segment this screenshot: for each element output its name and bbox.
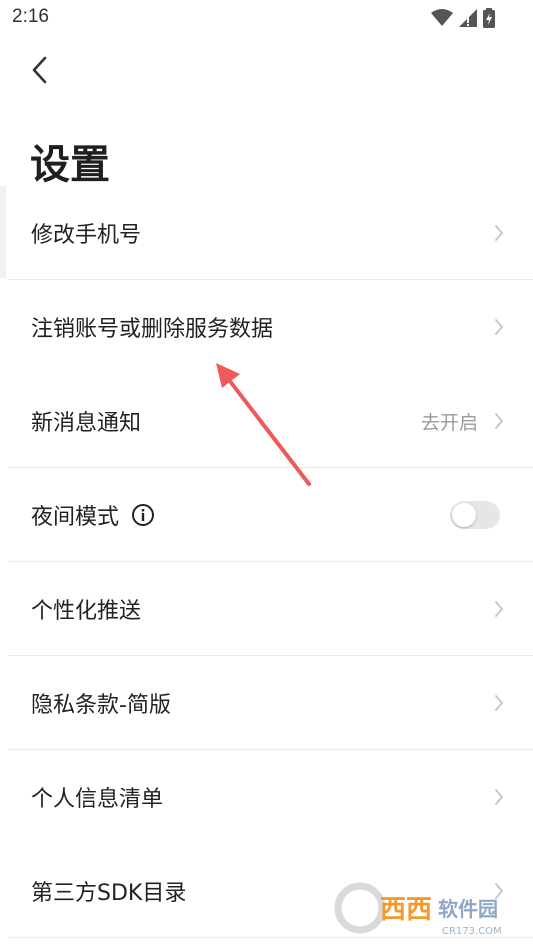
setting-label: 个人信息清单 [31, 787, 164, 812]
watermark-brand: 西西 [380, 895, 432, 925]
setting-label: 新消息通知 [31, 411, 142, 436]
night-mode-toggle[interactable] [450, 501, 500, 529]
chevron-right-icon [495, 319, 503, 335]
setting-change-phone[interactable]: 修改手机号 [0, 186, 533, 280]
watermark-domain: CR173.COM [442, 926, 502, 937]
toggle-knob [452, 503, 476, 527]
setting-night-mode: 夜间模式 [0, 468, 533, 562]
setting-value: 去开启 [420, 411, 478, 434]
setting-label-wrap: 夜间模式 [31, 499, 155, 531]
status-icons [431, 8, 495, 28]
chevron-right-icon [495, 601, 503, 617]
page-title: 设置 [30, 142, 110, 188]
chevron-right-icon [495, 413, 503, 429]
wifi-icon [431, 9, 453, 26]
setting-label: 隐私条款-简版 [31, 693, 171, 718]
setting-label: 修改手机号 [31, 223, 142, 248]
watermark-text: 软件园 [438, 897, 498, 921]
setting-privacy-terms[interactable]: 隐私条款-简版 [0, 656, 533, 750]
watermark-logo: 西西 软件园 CR173.COM [334, 882, 502, 937]
back-button[interactable] [22, 50, 56, 90]
setting-label: 夜间模式 [31, 505, 120, 530]
setting-label: 第三方SDK目录 [31, 881, 187, 906]
chevron-right-icon [495, 695, 503, 711]
setting-delete-account[interactable]: 注销账号或删除服务数据 [0, 280, 533, 374]
info-icon[interactable] [131, 503, 155, 527]
settings-list: 修改手机号 注销账号或删除服务数据 新消息通知 去开启 夜间模式 个性化推送 隐… [0, 186, 533, 938]
chevron-right-icon [495, 789, 503, 805]
setting-personal-info-list[interactable]: 个人信息清单 [0, 750, 533, 844]
setting-notifications[interactable]: 新消息通知 去开启 [0, 374, 533, 468]
setting-personalized-push[interactable]: 个性化推送 [0, 562, 533, 656]
status-time: 2:16 [12, 6, 49, 27]
setting-label: 个性化推送 [31, 599, 142, 624]
chevron-left-icon [32, 56, 47, 84]
signal-icon [459, 9, 477, 27]
battery-icon [483, 8, 495, 28]
status-bar: 2:16 [0, 0, 533, 36]
setting-label: 注销账号或删除服务数据 [31, 317, 274, 342]
chevron-right-icon [495, 225, 503, 241]
